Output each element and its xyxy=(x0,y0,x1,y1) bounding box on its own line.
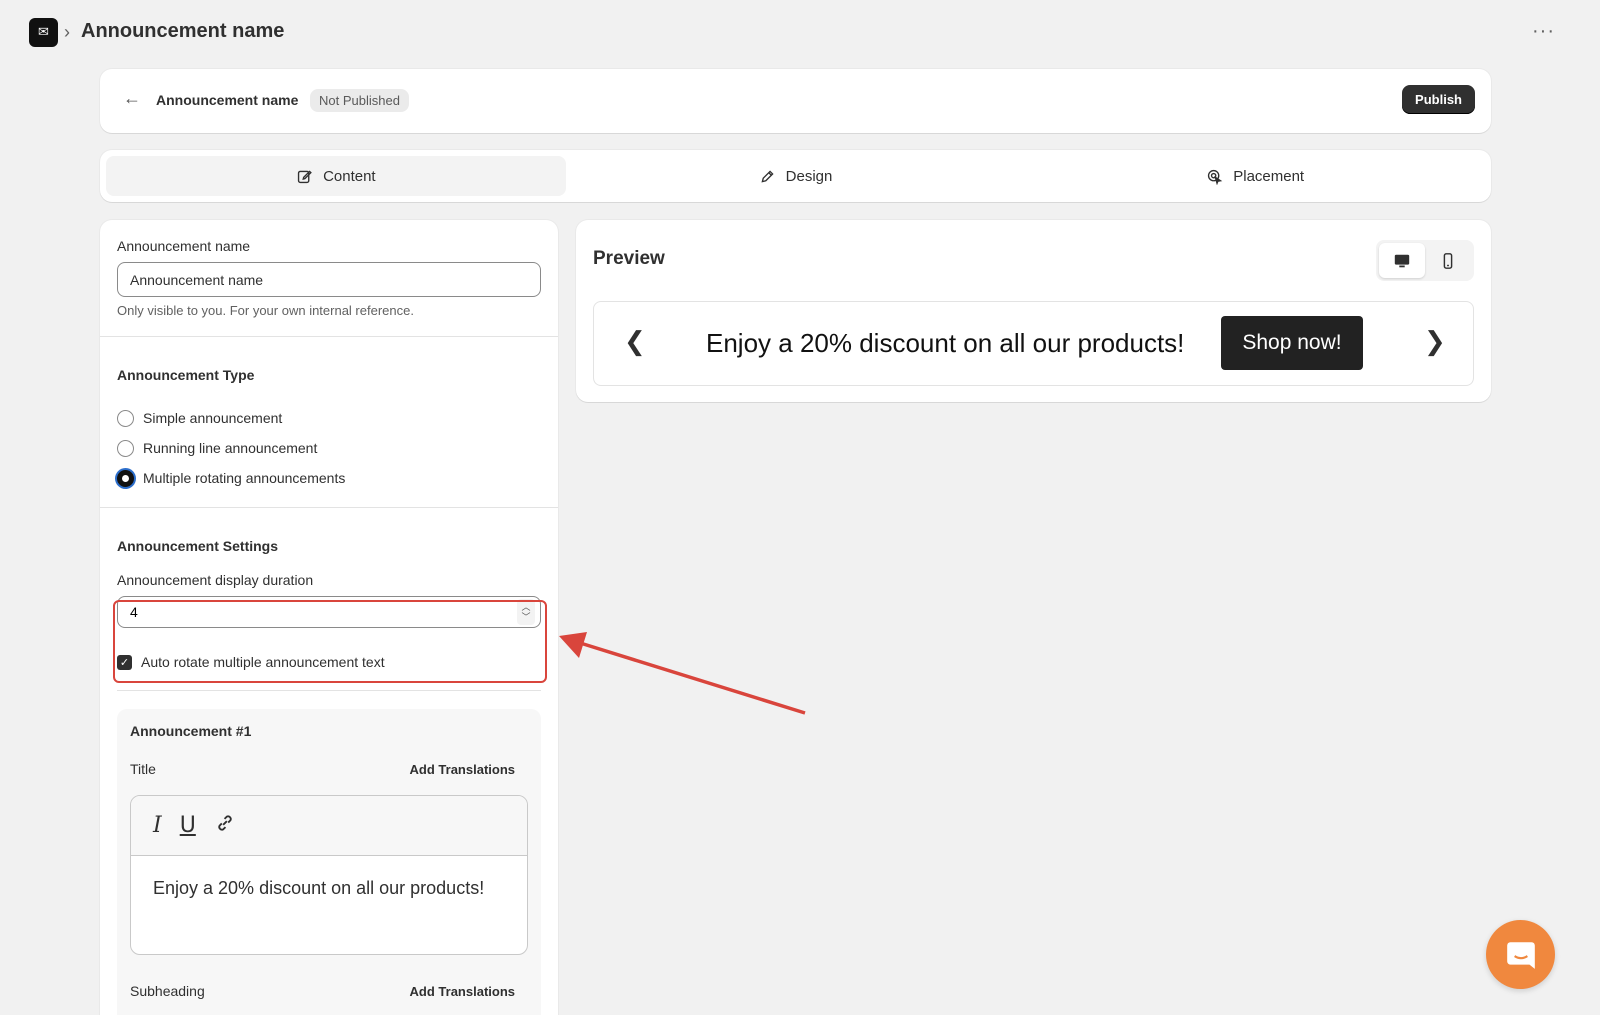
tab-content[interactable]: Content xyxy=(106,156,566,196)
settings-section: Announcement Settings Announcement displ… xyxy=(100,508,558,691)
more-actions-icon[interactable]: ··· xyxy=(1532,20,1555,43)
name-help-text: Only visible to you. For your own intern… xyxy=(117,303,414,318)
announcement-name-input[interactable] xyxy=(117,262,541,297)
edit-square-icon xyxy=(297,169,312,183)
title-row: Title Add Translations xyxy=(130,761,528,777)
preview-card: Preview ❮ Enjoy a 20% discount on all ou… xyxy=(576,220,1491,402)
header-card: ← Announcement name Not Published Publis… xyxy=(100,69,1491,133)
radio-button[interactable] xyxy=(117,439,134,457)
pencil-icon xyxy=(761,169,774,183)
megaphone-icon[interactable]: ✉ xyxy=(29,18,58,47)
type-section: Announcement Type Simple announcement Ru… xyxy=(100,337,558,508)
subheading-row: Subheading Add Translations xyxy=(130,983,528,999)
title-editor-content[interactable]: Enjoy a 20% discount on all our products… xyxy=(131,856,527,921)
divider xyxy=(117,690,541,691)
preview-title: Preview xyxy=(593,248,665,269)
radio-running-line[interactable]: Running line announcement xyxy=(117,433,541,463)
link-icon[interactable] xyxy=(214,812,236,840)
tab-label: Content xyxy=(323,167,376,185)
chevron-down-icon[interactable]: ﹀ xyxy=(521,612,530,622)
duration-field: ︿ ﹀ xyxy=(117,596,541,628)
title-rich-text-editor: I U Enjoy a 20% discount on all our prod… xyxy=(130,795,528,955)
chevron-right-icon: › xyxy=(64,22,70,42)
top-bar: ✉ › Announcement name ··· xyxy=(0,0,1600,64)
chat-icon xyxy=(1506,941,1535,969)
announcement-title: Announcement name xyxy=(156,92,299,108)
auto-rotate-row[interactable]: ✓ Auto rotate multiple announcement text xyxy=(117,654,541,670)
underline-icon[interactable]: U xyxy=(180,813,196,838)
annotation-arrow xyxy=(559,632,806,715)
duration-label: Announcement display duration xyxy=(117,572,314,588)
tab-placement[interactable]: Placement xyxy=(1025,156,1485,196)
settings-title: Announcement Settings xyxy=(117,538,279,554)
device-toggle xyxy=(1376,240,1474,281)
radio-label: Multiple rotating announcements xyxy=(143,470,346,486)
preview-announcement-text: Enjoy a 20% discount on all our products… xyxy=(706,328,1185,358)
type-title: Announcement Type xyxy=(117,367,255,383)
desktop-view-button[interactable] xyxy=(1379,243,1425,278)
prev-arrow-icon[interactable]: ❮ xyxy=(624,327,646,357)
target-pointer-icon xyxy=(1208,169,1223,185)
next-arrow-icon[interactable]: ❯ xyxy=(1424,327,1446,357)
announcement-bar-preview: ❮ Enjoy a 20% discount on all our produc… xyxy=(593,301,1474,386)
duration-input[interactable] xyxy=(117,596,541,628)
chat-support-button[interactable] xyxy=(1486,920,1555,989)
duration-stepper[interactable]: ︿ ﹀ xyxy=(517,599,535,625)
radio-simple[interactable]: Simple announcement xyxy=(117,403,541,433)
announcement-item-heading: Announcement #1 xyxy=(130,723,252,739)
mobile-view-button[interactable] xyxy=(1425,243,1471,278)
name-label: Announcement name xyxy=(117,238,251,254)
desktop-icon xyxy=(1394,254,1410,267)
add-translations-link[interactable]: Add Translations xyxy=(410,762,515,777)
title-label: Title xyxy=(130,761,156,777)
radio-multiple-rotating[interactable]: Multiple rotating announcements xyxy=(117,463,541,493)
subheading-add-translations-link[interactable]: Add Translations xyxy=(410,984,515,999)
mobile-icon xyxy=(1443,252,1453,269)
status-badge: Not Published xyxy=(310,89,409,112)
auto-rotate-checkbox[interactable]: ✓ xyxy=(117,654,132,670)
auto-rotate-label: Auto rotate multiple announcement text xyxy=(141,654,385,670)
italic-icon[interactable]: I xyxy=(153,813,162,838)
radio-button[interactable] xyxy=(117,409,134,427)
chevron-up-icon[interactable]: ︿ xyxy=(521,602,530,612)
publish-button[interactable]: Publish xyxy=(1402,85,1475,114)
radio-label: Simple announcement xyxy=(143,410,283,426)
name-section: Announcement name Only visible to you. F… xyxy=(100,220,558,337)
radio-button-checked[interactable] xyxy=(117,469,134,487)
announcement-item: Announcement #1 Title Add Translations I… xyxy=(117,709,541,1015)
radio-label: Running line announcement xyxy=(143,440,318,456)
editor-toolbar: I U xyxy=(131,796,527,856)
tab-design[interactable]: Design xyxy=(566,156,1026,196)
tabs-bar: Content Design Placement xyxy=(100,150,1491,202)
subheading-label: Subheading xyxy=(130,983,205,999)
back-arrow-icon[interactable]: ← xyxy=(123,88,141,109)
page-title: Announcement name xyxy=(81,20,285,42)
shop-now-button[interactable]: Shop now! xyxy=(1221,316,1363,370)
tab-label: Design xyxy=(785,167,833,185)
content-form-card: Announcement name Only visible to you. F… xyxy=(100,220,558,1015)
tab-label: Placement xyxy=(1233,167,1305,185)
